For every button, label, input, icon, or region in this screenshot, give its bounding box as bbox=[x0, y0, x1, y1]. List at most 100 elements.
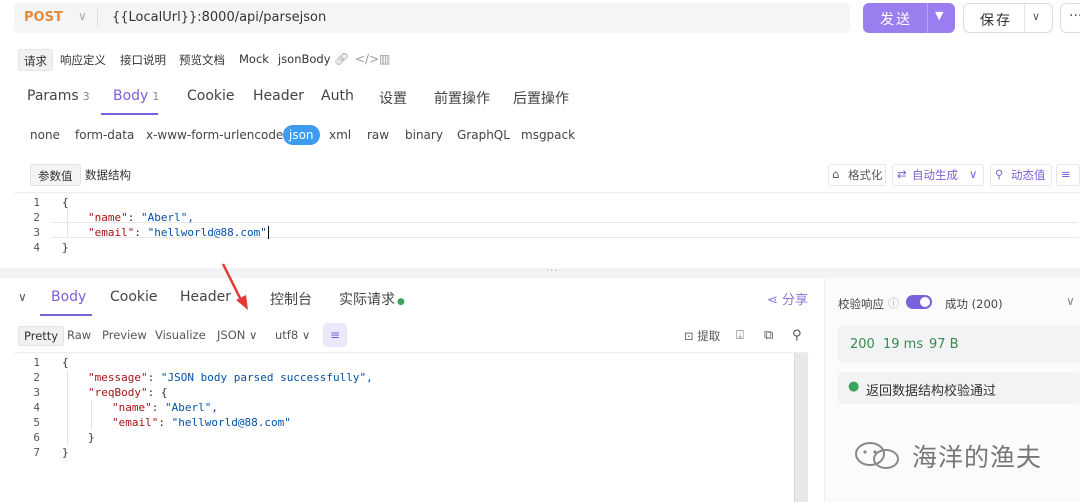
wrap-icon: ≡ bbox=[1061, 167, 1071, 181]
code-line: 1{ bbox=[33, 196, 69, 209]
response-tab-cookie[interactable]: Cookie bbox=[110, 289, 158, 305]
segment-values[interactable]: 参数值 bbox=[30, 164, 81, 186]
doc-tab-preview-doc[interactable]: 预览文档 bbox=[174, 49, 230, 71]
vertical-scrollbar[interactable] bbox=[794, 353, 808, 502]
format-icon: ⌂ bbox=[832, 167, 840, 181]
body-type-graphql[interactable]: GraphQL bbox=[457, 128, 510, 142]
extract-button[interactable]: ⊡ 提取 bbox=[684, 328, 720, 344]
share-icon: ⋖ bbox=[767, 293, 778, 308]
link-icon[interactable]: 🔗︎ bbox=[334, 52, 349, 66]
autogen-icon: ⇄ bbox=[897, 167, 907, 181]
tab-params[interactable]: Params 3 bbox=[27, 88, 90, 104]
send-button[interactable]: 发送 ▼ bbox=[863, 3, 955, 33]
chevron-down-icon[interactable]: ∨ bbox=[969, 167, 977, 181]
autogen-label: 自动生成 bbox=[912, 168, 958, 182]
body-type-form-data[interactable]: form-data bbox=[75, 128, 134, 142]
wand-icon: ⚲ bbox=[995, 167, 1004, 181]
body-type-raw[interactable]: raw bbox=[367, 128, 389, 142]
save-dropdown-chevron-icon[interactable]: ∨ bbox=[1032, 10, 1040, 23]
tab-post-actions[interactable]: 后置操作 bbox=[513, 88, 569, 108]
validation-status-select[interactable]: 成功 (200) bbox=[945, 296, 1003, 312]
response-tab-actual-request[interactable]: 实际请求 ● bbox=[339, 289, 405, 309]
code-line: 2 "message": "JSON body parsed successful… bbox=[33, 371, 373, 384]
dynamic-value-label: 动态值 bbox=[1011, 168, 1046, 182]
toggle-knob bbox=[920, 297, 930, 307]
divider bbox=[1024, 4, 1025, 32]
validate-response-label: 校验响应 bbox=[838, 297, 884, 311]
help-icon[interactable]: ⓘ bbox=[888, 295, 899, 311]
tab-settings[interactable]: 设置 bbox=[379, 88, 407, 108]
body-type-binary[interactable]: binary bbox=[405, 128, 443, 142]
tab-auth[interactable]: Auth bbox=[321, 88, 354, 104]
save-button[interactable]: 保存 ∨ bbox=[963, 3, 1053, 33]
doc-tab-api-description[interactable]: 接口说明 bbox=[115, 49, 171, 71]
chevron-down-icon: ∨ bbox=[301, 328, 311, 342]
view-pretty[interactable]: Pretty bbox=[18, 326, 65, 346]
url-bar[interactable]: POST ∨ {{LocalUrl}}:8000/api/parsejson bbox=[14, 3, 850, 33]
divider bbox=[927, 3, 928, 33]
view-raw[interactable]: Raw bbox=[67, 328, 91, 342]
code-line: 4} bbox=[33, 241, 69, 254]
active-tab-indicator bbox=[101, 113, 158, 115]
share-button[interactable]: ⋖ 分享 bbox=[767, 289, 808, 308]
segment-schema[interactable]: 数据结构 bbox=[78, 164, 138, 186]
code-line: 7} bbox=[33, 446, 69, 459]
chevron-down-icon[interactable]: ∨ bbox=[78, 9, 87, 23]
drag-handle-icon[interactable]: ··· bbox=[546, 266, 559, 277]
download-icon[interactable]: ⍗ bbox=[736, 328, 744, 343]
request-code-lines: 1{ 2 "name": "Aberl", 3 "email": "hellworl… bbox=[20, 195, 269, 255]
tab-pre-actions[interactable]: 前置操作 bbox=[434, 88, 490, 108]
search-icon[interactable]: ⚲ bbox=[792, 328, 802, 343]
panel-icon[interactable]: ▥ bbox=[379, 52, 390, 66]
body-type-urlencoded[interactable]: x-www-form-urlencoded bbox=[146, 128, 291, 142]
response-tab-body[interactable]: Body bbox=[51, 289, 86, 305]
code-line: 1{ bbox=[33, 356, 69, 369]
text-cursor bbox=[267, 226, 269, 239]
doc-tab-jsonbody[interactable]: jsonBody bbox=[273, 49, 336, 71]
method-select[interactable]: POST bbox=[24, 10, 63, 25]
tab-body-label: Body bbox=[113, 88, 149, 104]
chevron-down-icon: ∨ bbox=[249, 328, 258, 342]
code-line: 2 "name": "Aberl", bbox=[33, 211, 194, 224]
doc-tab-response-definition[interactable]: 响应定义 bbox=[55, 49, 111, 71]
view-visualize[interactable]: Visualize bbox=[155, 328, 206, 342]
encoding-select-label: utf8 bbox=[275, 328, 299, 342]
url-input[interactable]: {{LocalUrl}}:8000/api/parsejson bbox=[112, 10, 326, 25]
status-code: 200 bbox=[850, 337, 875, 352]
more-button[interactable]: ··· bbox=[1060, 3, 1080, 33]
code-icon[interactable]: </> bbox=[355, 52, 379, 66]
tab-header[interactable]: Header bbox=[253, 88, 304, 104]
body-type-none[interactable]: none bbox=[30, 128, 60, 142]
doc-tab-request[interactable]: 请求 bbox=[18, 49, 53, 71]
send-label[interactable]: 发送 bbox=[880, 9, 912, 29]
encoding-select[interactable]: utf8 ∨ bbox=[275, 328, 310, 342]
response-tab-console[interactable]: 控制台 bbox=[270, 289, 312, 309]
wechat-logo-icon bbox=[855, 442, 899, 469]
code-line: 3 "reqBody": { bbox=[33, 386, 168, 399]
chevron-down-icon[interactable]: ∨ bbox=[1066, 294, 1075, 308]
active-tab-indicator bbox=[40, 314, 92, 316]
code-line: 3 "email": "hellworld@88.com" bbox=[33, 226, 269, 239]
red-arrow-annotation bbox=[221, 263, 248, 310]
body-type-xml[interactable]: xml bbox=[329, 128, 351, 142]
body-type-json[interactable]: json bbox=[283, 125, 320, 145]
copy-icon[interactable]: ⧉ bbox=[764, 328, 773, 343]
tab-body-count: 1 bbox=[152, 90, 160, 103]
doc-tab-mock[interactable]: Mock bbox=[234, 49, 274, 71]
wrap-lines-button[interactable]: ≡ bbox=[323, 323, 347, 347]
actual-request-label: 实际请求 bbox=[339, 292, 395, 308]
panel-splitter[interactable] bbox=[0, 268, 1080, 278]
save-label[interactable]: 保存 bbox=[980, 10, 1012, 30]
more-icon[interactable]: ··· bbox=[1069, 8, 1080, 24]
body-type-msgpack[interactable]: msgpack bbox=[521, 128, 575, 142]
send-dropdown-chevron-icon[interactable]: ▼ bbox=[935, 9, 943, 22]
view-preview[interactable]: Preview bbox=[102, 328, 147, 342]
tab-body[interactable]: Body 1 bbox=[113, 88, 159, 104]
check-circle-icon: ● bbox=[848, 379, 860, 394]
tab-cookie[interactable]: Cookie bbox=[187, 88, 235, 104]
format-select[interactable]: JSON ∨ bbox=[217, 328, 257, 342]
validate-toggle[interactable] bbox=[906, 295, 932, 309]
tab-params-count: 3 bbox=[82, 90, 90, 103]
extract-icon: ⊡ bbox=[684, 329, 694, 343]
collapse-chevron-icon[interactable]: ∨ bbox=[18, 290, 27, 304]
